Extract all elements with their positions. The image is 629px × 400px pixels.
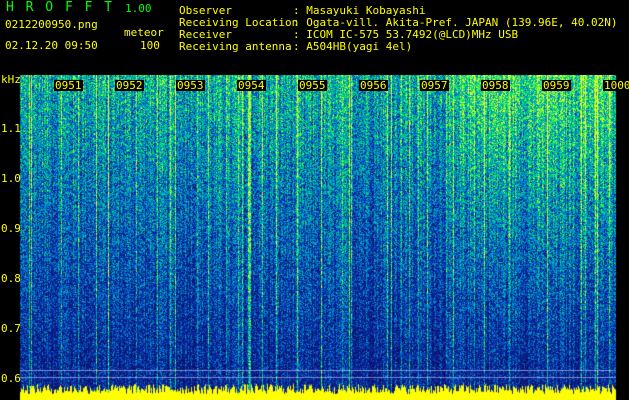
x-tick-label: 0951: [54, 79, 83, 92]
x-tick-label: 0953: [176, 79, 205, 92]
datetime-label: 02.12.20 09:50: [5, 39, 98, 52]
x-tick-label: 0959: [542, 79, 571, 92]
x-tick-label: 0955: [298, 79, 327, 92]
spectrogram-canvas: [0, 75, 629, 400]
y-tick-label: 0.6: [1, 372, 21, 385]
y-axis-unit-label: kHz: [1, 73, 21, 86]
x-tick-label: 0958: [481, 79, 510, 92]
y-tick-label: 0.9: [1, 222, 21, 235]
y-tick-label: 1.1: [1, 122, 21, 135]
mode-label: meteor: [124, 26, 164, 39]
antenna-label: Receiving antenna: [179, 40, 292, 53]
y-tick-label: 0.8: [1, 272, 21, 285]
y-tick-label: 0.7: [1, 322, 21, 335]
x-tick-label: 0952: [115, 79, 144, 92]
app-title: H R O F F T: [6, 0, 115, 15]
filename-label: 0212200950.png: [5, 18, 98, 31]
x-tick-label: 0956: [359, 79, 388, 92]
version-label: 1.00: [125, 2, 152, 15]
antenna-value: : A504HB(yagi 4el): [293, 40, 413, 53]
y-tick-label: 1.0: [1, 172, 21, 185]
header-panel: H R O F F T 1.00 0212200950.png meteor 0…: [0, 0, 629, 75]
count-label: 100: [140, 39, 160, 52]
x-tick-label: 1000: [603, 80, 629, 91]
x-tick-label: 0957: [420, 79, 449, 92]
x-tick-label: 0954: [237, 79, 266, 92]
